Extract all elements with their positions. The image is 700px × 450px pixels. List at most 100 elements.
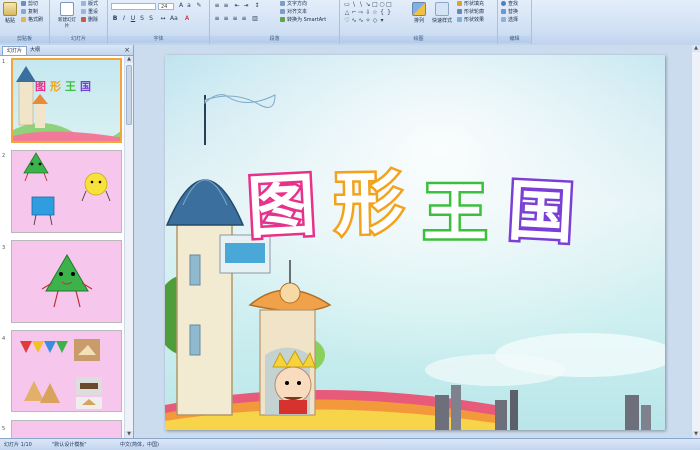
- scroll-down-icon[interactable]: ▼: [692, 431, 700, 438]
- font-size-field[interactable]: 24: [158, 3, 174, 10]
- theme-name: "默认设计模板": [52, 442, 87, 448]
- title-wordart: 图 形 王 国: [243, 162, 578, 255]
- star-shape-icon[interactable]: ✧: [365, 18, 371, 24]
- curve-shape-icon[interactable]: ∿: [358, 18, 364, 24]
- delete-slide-button[interactable]: 删除: [81, 17, 98, 24]
- shrink-font-icon[interactable]: a: [186, 3, 192, 9]
- numbering-icon[interactable]: ≡: [223, 3, 229, 9]
- slide-thumbnail-5[interactable]: [11, 420, 122, 438]
- svg-text:形: 形: [50, 80, 61, 93]
- arrow-shape-icon[interactable]: ⇨: [358, 10, 364, 16]
- slide-thumbnail-4[interactable]: [11, 330, 122, 412]
- reset-button[interactable]: 重设: [81, 9, 98, 16]
- editing-group: 查找 替换 选择 编辑: [498, 0, 532, 44]
- arrange-button[interactable]: 排列: [410, 0, 428, 24]
- find-button[interactable]: 查找: [501, 1, 518, 8]
- thumbnail-3-art: [41, 254, 93, 308]
- curve-shape-icon[interactable]: ∿: [351, 18, 357, 24]
- title-char-2: 形: [334, 164, 403, 244]
- shape-fill-button[interactable]: 形状填充: [457, 1, 484, 8]
- arrow-shape-icon[interactable]: ↘: [365, 2, 371, 8]
- rectangle-shape-icon[interactable]: □: [386, 2, 392, 8]
- scroll-thumb[interactable]: [126, 65, 132, 125]
- clipboard-group: 粘贴 剪切 复制 格式刷 剪贴板: [0, 0, 50, 44]
- line-spacing-icon[interactable]: ↕: [254, 3, 260, 9]
- brace-shape-icon[interactable]: }: [386, 10, 392, 16]
- triangle-shape-icon[interactable]: △: [344, 10, 350, 16]
- align-left-icon[interactable]: ≡: [214, 16, 220, 22]
- bullets-icon[interactable]: ≡: [214, 3, 220, 9]
- shape-outline-button[interactable]: 形状轮廓: [457, 9, 484, 16]
- more-shapes-icon[interactable]: ▾: [379, 18, 385, 24]
- tab-outline[interactable]: 大纲: [26, 46, 44, 54]
- star-shape-icon[interactable]: ☆: [372, 10, 378, 16]
- format-painter-button[interactable]: 格式刷: [21, 17, 43, 24]
- close-icon[interactable]: ×: [124, 46, 130, 54]
- shape-effects-button[interactable]: 形状效果: [457, 17, 484, 24]
- title-char-3: 王: [423, 177, 487, 251]
- slide-thumbnail-2[interactable]: [11, 150, 122, 233]
- scroll-down-icon[interactable]: ▼: [125, 431, 133, 438]
- align-text-button[interactable]: 对齐文本: [280, 9, 307, 16]
- quick-styles-icon: [435, 2, 449, 16]
- status-bar: 幻灯片 1/10 "默认设计模板" 中文(简体，中国): [0, 438, 700, 450]
- align-center-icon[interactable]: ≡: [223, 16, 229, 22]
- italic-icon[interactable]: I: [121, 16, 127, 22]
- text-direction-button[interactable]: 文字方向: [280, 1, 307, 8]
- clipboard-group-label: 剪贴板: [0, 36, 49, 43]
- scroll-up-icon[interactable]: ▲: [125, 56, 133, 63]
- underline-icon[interactable]: U: [130, 16, 136, 22]
- copy-button[interactable]: 复制: [21, 9, 38, 16]
- shapes-gallery[interactable]: ▭ \ \ ↘ □ ○ □ △ ⌐ ⇨ ⇩ ☆ { } ♡ ∿ ∿ ✧ ◇ ▾: [344, 2, 402, 28]
- thumbnail-scrollbar[interactable]: ▲ ▼: [124, 56, 133, 438]
- font-name-field[interactable]: [111, 3, 156, 10]
- line-shape-icon[interactable]: \: [358, 2, 364, 8]
- cut-button[interactable]: 剪切: [21, 1, 38, 8]
- slide-number: 1: [2, 59, 6, 65]
- shape-outline-icon: [457, 9, 462, 14]
- slide-number: 5: [2, 426, 6, 432]
- ribbon: 粘贴 剪切 复制 格式刷 剪贴板 新建幻灯片 版式 重设 删除 幻灯片 24 A…: [0, 0, 700, 46]
- layout-button[interactable]: 版式: [81, 1, 98, 8]
- font-color-icon[interactable]: A: [184, 16, 190, 22]
- paragraph-group-label: 段落: [210, 36, 339, 43]
- rectangle-shape-icon[interactable]: □: [372, 2, 378, 8]
- change-case-icon[interactable]: Aa: [170, 16, 178, 22]
- strikethrough-icon[interactable]: S: [139, 16, 145, 22]
- new-slide-button[interactable]: 新建幻灯片: [56, 0, 78, 29]
- slide-thumbnail-3[interactable]: [11, 240, 122, 323]
- clear-format-icon[interactable]: ✎: [196, 3, 202, 9]
- shadow-icon[interactable]: S: [148, 16, 154, 22]
- line-shape-icon[interactable]: ⌐: [351, 10, 357, 16]
- char-spacing-icon[interactable]: ↔: [160, 16, 166, 22]
- decrease-indent-icon[interactable]: ⇤: [234, 3, 240, 9]
- increase-indent-icon[interactable]: ⇥: [243, 3, 249, 9]
- tab-slides[interactable]: 幻灯片: [2, 46, 28, 55]
- slide-scrollbar[interactable]: ▲ ▼: [691, 45, 700, 438]
- quick-styles-button[interactable]: 快速样式: [430, 0, 454, 24]
- slide-thumbnail-1[interactable]: 图 形 王 国: [11, 58, 122, 143]
- callout-shape-icon[interactable]: ◇: [372, 18, 378, 24]
- shape-effects-icon: [457, 17, 462, 22]
- smartart-button[interactable]: 转换为 SmartArt: [280, 17, 326, 24]
- delete-icon: [81, 17, 86, 22]
- select-button[interactable]: 选择: [501, 17, 518, 24]
- bold-icon[interactable]: B: [112, 16, 118, 22]
- brace-shape-icon[interactable]: {: [379, 10, 385, 16]
- current-slide[interactable]: 图 形 王 国: [165, 55, 665, 430]
- language-indicator[interactable]: 中文(简体，中国): [120, 441, 159, 448]
- oval-shape-icon[interactable]: ○: [379, 2, 385, 8]
- rectangle-shape-icon[interactable]: ▭: [344, 2, 350, 8]
- line-shape-icon[interactable]: \: [351, 2, 357, 8]
- columns-icon[interactable]: ▥: [252, 16, 258, 22]
- text-direction-icon: [280, 1, 285, 6]
- replace-button[interactable]: 替换: [501, 9, 518, 16]
- align-right-icon[interactable]: ≡: [232, 16, 238, 22]
- heart-shape-icon[interactable]: ♡: [344, 18, 350, 24]
- paste-button[interactable]: 粘贴: [1, 0, 19, 24]
- align-text-icon: [280, 9, 285, 14]
- grow-font-icon[interactable]: A: [178, 3, 184, 9]
- justify-icon[interactable]: ≡: [241, 16, 247, 22]
- arrow-shape-icon[interactable]: ⇩: [365, 10, 371, 16]
- scroll-up-icon[interactable]: ▲: [692, 45, 700, 52]
